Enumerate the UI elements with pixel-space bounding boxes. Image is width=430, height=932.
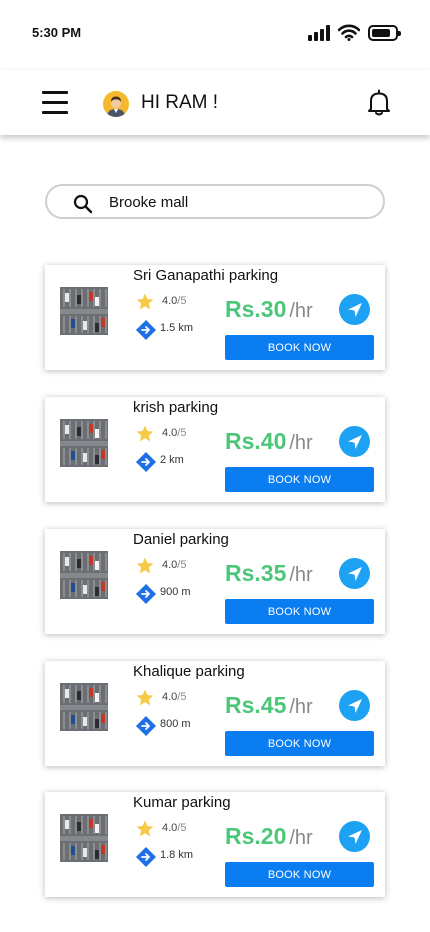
distance-text: 1.5 km bbox=[160, 322, 194, 334]
price-amount: Rs.20 bbox=[225, 823, 287, 849]
price-text: Rs.20/hr bbox=[225, 823, 313, 850]
star-icon bbox=[136, 293, 154, 310]
parking-name: Kumar parking bbox=[133, 794, 231, 811]
status-icons bbox=[308, 24, 401, 41]
navigate-button[interactable] bbox=[339, 294, 370, 325]
rating-text: 4.0/5 bbox=[162, 559, 186, 571]
rating-value: 4.0 bbox=[162, 427, 178, 439]
distance-text: 1.8 km bbox=[160, 849, 194, 861]
rating-value: 4.0 bbox=[162, 822, 178, 834]
price-amount: Rs.35 bbox=[225, 560, 287, 586]
avatar[interactable] bbox=[103, 91, 129, 117]
parking-lot-thumbnail bbox=[60, 287, 108, 335]
directions-icon bbox=[136, 452, 156, 472]
price-unit: /hr bbox=[289, 564, 313, 586]
directions-icon bbox=[136, 716, 156, 736]
rating-text: 4.0/5 bbox=[162, 822, 186, 834]
book-now-button[interactable]: BOOK NOW bbox=[225, 862, 374, 887]
navigation-arrow-icon bbox=[347, 566, 362, 581]
parking-name: Daniel parking bbox=[133, 531, 229, 548]
hamburger-menu-icon[interactable] bbox=[42, 91, 68, 115]
parking-name: krish parking bbox=[133, 399, 219, 416]
search-icon bbox=[73, 194, 93, 214]
parking-card[interactable]: Sri Ganapathi parking 4.0/5 1.5 km Rs.30… bbox=[45, 265, 385, 370]
price-amount: Rs.45 bbox=[225, 692, 287, 718]
status-time: 5:30 PM bbox=[32, 25, 82, 40]
rating-value: 4.0 bbox=[162, 295, 178, 307]
price-unit: /hr bbox=[289, 827, 313, 849]
parking-card[interactable]: krish parking 4.0/5 2 km Rs.40/hr BOOK N… bbox=[45, 397, 385, 502]
greeting-text: HI RAM ! bbox=[141, 92, 219, 113]
star-icon bbox=[136, 820, 154, 837]
directions-icon bbox=[136, 584, 156, 604]
search-bar[interactable] bbox=[45, 184, 385, 219]
navigate-button[interactable] bbox=[339, 821, 370, 852]
status-bar: 5:30 PM bbox=[0, 0, 430, 70]
notification-bell-icon[interactable] bbox=[366, 89, 392, 117]
rating-max: /5 bbox=[177, 822, 187, 834]
rating-max: /5 bbox=[177, 691, 187, 703]
parking-name: Khalique parking bbox=[133, 663, 245, 680]
battery-icon bbox=[368, 24, 401, 41]
parking-lot-thumbnail bbox=[60, 683, 108, 731]
book-now-button[interactable]: BOOK NOW bbox=[225, 599, 374, 624]
price-text: Rs.45/hr bbox=[225, 692, 313, 719]
signal-icon bbox=[308, 24, 330, 41]
navigation-arrow-icon bbox=[347, 434, 362, 449]
rating-max: /5 bbox=[177, 559, 187, 571]
star-icon bbox=[136, 689, 154, 706]
user-avatar-icon bbox=[103, 91, 129, 117]
distance-text: 2 km bbox=[160, 454, 184, 466]
directions-icon bbox=[136, 847, 156, 867]
book-now-button[interactable]: BOOK NOW bbox=[225, 467, 374, 492]
navigate-button[interactable] bbox=[339, 690, 370, 721]
navigation-arrow-icon bbox=[347, 698, 362, 713]
search-input[interactable] bbox=[109, 191, 369, 213]
rating-text: 4.0/5 bbox=[162, 691, 186, 703]
distance-text: 900 m bbox=[160, 586, 191, 598]
wifi-icon bbox=[338, 24, 360, 41]
star-icon bbox=[136, 557, 154, 574]
parking-card[interactable]: Khalique parking 4.0/5 800 m Rs.45/hr BO… bbox=[45, 661, 385, 766]
price-unit: /hr bbox=[289, 300, 313, 322]
directions-icon bbox=[136, 320, 156, 340]
distance-text: 800 m bbox=[160, 718, 191, 730]
parking-card[interactable]: Daniel parking 4.0/5 900 m Rs.35/hr BOOK… bbox=[45, 529, 385, 634]
price-amount: Rs.40 bbox=[225, 428, 287, 454]
price-text: Rs.40/hr bbox=[225, 428, 313, 455]
rating-text: 4.0/5 bbox=[162, 427, 186, 439]
navigate-button[interactable] bbox=[339, 558, 370, 589]
price-text: Rs.30/hr bbox=[225, 296, 313, 323]
parking-lot-thumbnail bbox=[60, 814, 108, 862]
navigate-button[interactable] bbox=[339, 426, 370, 457]
rating-value: 4.0 bbox=[162, 691, 178, 703]
rating-max: /5 bbox=[177, 427, 187, 439]
app-header: HI RAM ! bbox=[0, 70, 430, 135]
parking-lot-thumbnail bbox=[60, 551, 108, 599]
navigation-arrow-icon bbox=[347, 829, 362, 844]
price-text: Rs.35/hr bbox=[225, 560, 313, 587]
price-unit: /hr bbox=[289, 432, 313, 454]
rating-text: 4.0/5 bbox=[162, 295, 186, 307]
rating-value: 4.0 bbox=[162, 559, 178, 571]
parking-name: Sri Ganapathi parking bbox=[133, 267, 279, 284]
book-now-button[interactable]: BOOK NOW bbox=[225, 335, 374, 360]
parking-lot-thumbnail bbox=[60, 419, 108, 467]
price-amount: Rs.30 bbox=[225, 296, 287, 322]
rating-max: /5 bbox=[177, 295, 187, 307]
navigation-arrow-icon bbox=[347, 302, 362, 317]
price-unit: /hr bbox=[289, 696, 313, 718]
star-icon bbox=[136, 425, 154, 442]
parking-card[interactable]: Kumar parking 4.0/5 1.8 km Rs.20/hr BOOK… bbox=[45, 792, 385, 897]
book-now-button[interactable]: BOOK NOW bbox=[225, 731, 374, 756]
